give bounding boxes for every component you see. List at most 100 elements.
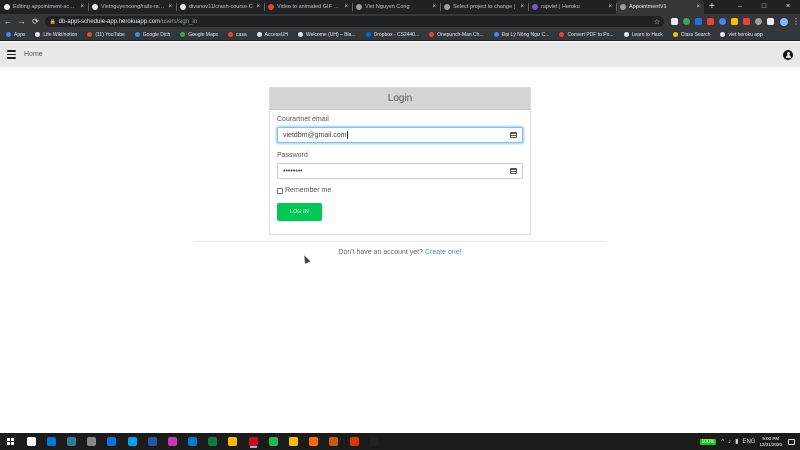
create-account-link[interactable]: Create one! — [425, 249, 462, 256]
taskbar-app-icon[interactable] — [87, 437, 97, 446]
tab-close-icon[interactable]: × — [696, 4, 700, 10]
battery-indicator[interactable]: 100% — [699, 438, 717, 445]
taskbar-app-icon[interactable] — [188, 437, 198, 446]
browser-tab[interactable]: AppointmentV1 × — [616, 0, 704, 14]
text-caret — [346, 131, 348, 139]
back-button[interactable]: ← — [2, 17, 14, 26]
bookmark-item[interactable]: (11) YouTube — [87, 31, 125, 38]
bookmark-item[interactable]: AccessUH — [256, 32, 288, 38]
new-tab-button[interactable]: + — [704, 0, 720, 14]
extension-icon[interactable] — [682, 18, 690, 25]
taskbar-app-icon[interactable] — [329, 437, 339, 446]
tab-close-icon[interactable]: × — [608, 4, 612, 10]
bookmark-item[interactable]: Apps — [6, 32, 25, 38]
email-field[interactable]: vietdbm@gmail.com — [277, 127, 523, 143]
browser-tab[interactable]: Vietnguyencong/rails-rapvi × — [88, 0, 176, 14]
bookmark-item[interactable]: Life Wiki/notion — [35, 32, 77, 38]
profile-avatar[interactable] — [780, 17, 788, 26]
tab-close-icon[interactable]: × — [168, 4, 172, 10]
taskbar-app-icon[interactable] — [167, 437, 177, 446]
browser-tab[interactable]: Select project to change | × — [440, 0, 528, 14]
password-manager-icon[interactable] — [510, 168, 517, 174]
taskbar-app-icon[interactable] — [268, 437, 278, 446]
tab-close-icon[interactable]: × — [432, 4, 436, 10]
browser-tab[interactable]: Video to animated GIF con × — [264, 0, 352, 14]
extension-icon[interactable] — [670, 18, 678, 25]
bookmark-label: (11) YouTube — [95, 31, 125, 38]
reload-button[interactable]: ⟳ — [30, 17, 42, 26]
tab-close-icon[interactable]: × — [256, 4, 260, 10]
bookmark-item[interactable]: Class Search — [672, 32, 710, 38]
minimize-button[interactable]: – — [728, 0, 752, 14]
tab-favicon-icon — [180, 4, 186, 10]
extension-icon[interactable] — [766, 18, 774, 25]
clock[interactable]: 5:00 PM 12/31/2020 — [759, 436, 782, 447]
windows-start-icon[interactable] — [3, 433, 17, 450]
bookmark-item[interactable]: Dropbox - CS2440... — [365, 31, 420, 38]
hamburger-menu-icon[interactable] — [7, 50, 16, 59]
extension-icon[interactable] — [754, 18, 762, 25]
bookmark-item[interactable]: Google Dịch — [134, 32, 170, 38]
extension-icon[interactable] — [694, 18, 702, 25]
language-indicator[interactable]: ENG — [742, 439, 755, 445]
taskbar-app-icon[interactable] — [369, 437, 379, 446]
bookmark-item[interactable]: viet heroku app — [720, 32, 763, 38]
signup-prompt-text: Don't have an account yet? — [338, 249, 424, 256]
taskbar-app-icon[interactable] — [107, 437, 117, 446]
bookmark-item[interactable]: Google Maps — [180, 32, 218, 38]
password-manager-icon[interactable] — [510, 132, 517, 138]
bookmark-label: Dropbox - CS2440... — [373, 31, 420, 38]
home-link[interactable]: Home — [24, 51, 43, 58]
bookmarks-bar: Apps Life Wiki/notion (11) YouTube Google D… — [0, 29, 800, 41]
taskbar-app-icon[interactable] — [349, 437, 359, 446]
taskbar-app-icon[interactable] — [309, 437, 319, 446]
clock-time: 5:00 PM — [762, 436, 780, 441]
remember-me-checkbox[interactable] — [277, 187, 283, 194]
user-account-icon[interactable] — [783, 49, 793, 60]
taskbar-app-icon[interactable] — [228, 437, 238, 446]
extension-icon[interactable] — [718, 18, 726, 25]
tab-close-icon[interactable]: × — [344, 4, 348, 10]
tab-close-icon[interactable]: × — [80, 4, 84, 10]
tab-favicon-icon — [444, 4, 450, 10]
network-icon[interactable]: ▮ — [735, 438, 738, 445]
volume-icon[interactable]: ♪ — [728, 439, 731, 445]
browser-tab[interactable]: rapviet | Heroku × — [528, 0, 616, 14]
bookmark-item[interactable]: Đại Lý Nông Ngư C... — [493, 32, 549, 38]
tab-close-icon[interactable]: × — [520, 4, 524, 10]
address-bar[interactable]: 🔒 db-appt-schedule-app.herokuapp.com/use… — [45, 16, 665, 27]
bookmark-item[interactable]: Welcome (UH) – Bla... — [297, 32, 356, 38]
extension-icon[interactable] — [742, 18, 750, 25]
taskbar-app-icon[interactable] — [127, 437, 137, 446]
bookmark-item[interactable]: Onepunch-Man Ch... — [429, 32, 484, 38]
bookmark-item[interactable]: Learn to Hack — [623, 32, 663, 38]
extension-icon[interactable] — [730, 18, 738, 25]
taskbar-app-icon[interactable] — [46, 437, 56, 446]
browser-menu-icon[interactable]: ⋮ — [792, 17, 800, 26]
password-field[interactable]: •••••••• — [277, 163, 523, 179]
taskbar-app-icon[interactable] — [289, 437, 299, 446]
taskbar-app-icon[interactable] — [26, 437, 36, 446]
close-window-button[interactable]: × — [776, 0, 800, 14]
os-taskbar: 100% ^ ♪ ▮ ENG 5:00 PM 12/31/2020 — [0, 433, 800, 450]
bookmark-item[interactable]: Convert PDF to Po... — [559, 31, 614, 38]
remember-me-row[interactable]: Remember me — [277, 187, 523, 194]
browser-tab[interactable]: divanov11/crash-course-C × — [176, 0, 264, 14]
notification-icon[interactable] — [788, 438, 795, 445]
browser-tab[interactable]: Viet Nguyen Cong × — [352, 0, 440, 14]
password-value: •••••••• — [283, 167, 303, 175]
browser-tab[interactable]: Editing appointment-schedule× — [0, 0, 88, 14]
forward-button[interactable]: → — [16, 17, 28, 26]
bookmark-label: Convert PDF to Po... — [567, 31, 614, 38]
taskbar-app-icon[interactable] — [208, 437, 218, 446]
divider — [194, 241, 606, 242]
maximize-button[interactable]: □ — [752, 0, 776, 14]
bookmark-item[interactable]: casa — [228, 32, 247, 38]
login-button[interactable]: LOG IN — [277, 203, 322, 221]
taskbar-app-icon[interactable] — [248, 437, 258, 446]
tray-overflow-icon[interactable]: ^ — [721, 439, 724, 445]
taskbar-app-icon[interactable] — [66, 437, 76, 446]
taskbar-app-icon[interactable] — [147, 437, 157, 446]
bookmark-star-icon[interactable]: ☆ — [654, 18, 660, 26]
extension-icon[interactable] — [706, 18, 714, 25]
